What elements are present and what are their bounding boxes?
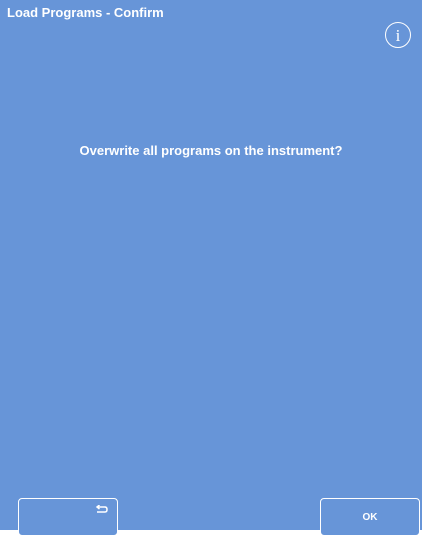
return-arrow-icon	[95, 505, 108, 513]
ok-button[interactable]: OK	[320, 498, 420, 536]
info-button[interactable]: i	[385, 22, 411, 48]
confirm-screen: Load Programs - Confirm i Overwrite all …	[0, 0, 422, 530]
info-icon: i	[395, 26, 401, 45]
confirm-message: Overwrite all programs on the instrument…	[79, 143, 343, 158]
page-title: Load Programs - Confirm	[7, 5, 164, 20]
back-button[interactable]	[18, 498, 118, 536]
